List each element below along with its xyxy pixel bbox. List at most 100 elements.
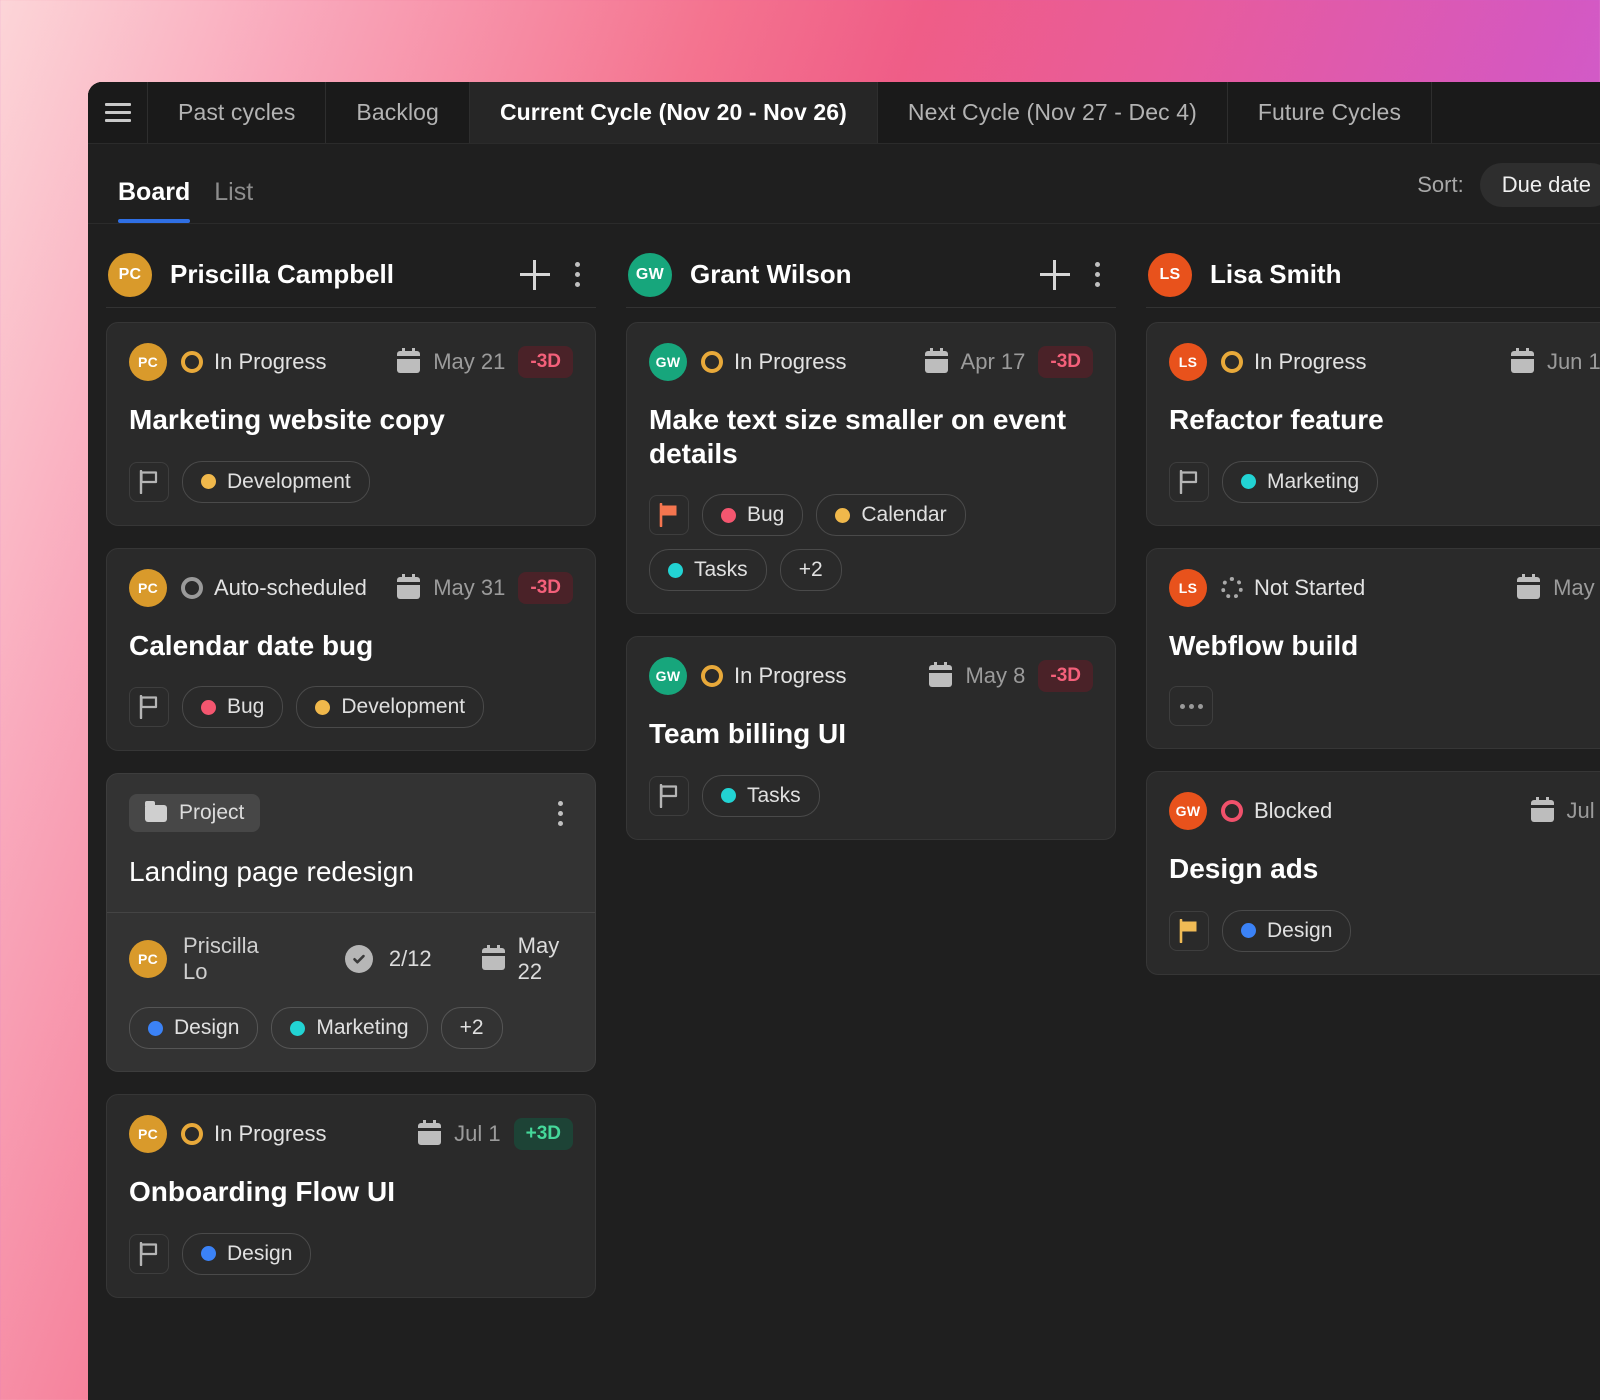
avatar: PC xyxy=(129,343,167,381)
kebab-menu-icon[interactable] xyxy=(564,260,590,290)
tab-board-view[interactable]: Board xyxy=(106,178,202,223)
card-meta: May 21 -3D xyxy=(397,346,573,378)
status-badge[interactable]: Blocked xyxy=(1221,798,1332,824)
kebab-menu-icon[interactable] xyxy=(547,798,573,828)
subtask-count: 2/12 xyxy=(389,946,432,972)
tag-label: Calendar xyxy=(861,503,946,527)
tag-chip[interactable]: Design xyxy=(182,1233,311,1275)
more-tags-chip[interactable]: +2 xyxy=(780,549,842,591)
tag-chip[interactable]: Development xyxy=(296,686,484,728)
status-badge[interactable]: In Progress xyxy=(1221,349,1367,375)
column-header: PC Priscilla Campbell xyxy=(106,242,596,308)
due-date: May 21 xyxy=(433,349,505,375)
tag-label: Marketing xyxy=(1267,470,1359,494)
task-card[interactable]: LS In Progress Jun 16 Refactor feature xyxy=(1146,322,1600,526)
plus-icon[interactable] xyxy=(1040,260,1070,290)
tab-backlog[interactable]: Backlog xyxy=(326,82,470,143)
card-meta: Jul 8 xyxy=(1531,798,1600,824)
hamburger-menu-button[interactable] xyxy=(88,82,148,143)
priority-flag-button[interactable] xyxy=(649,495,689,535)
card-header: PC In Progress May 21 -3D xyxy=(129,343,573,381)
tag-chip[interactable]: Marketing xyxy=(271,1007,427,1049)
card-tags: Design xyxy=(129,1233,573,1275)
tag-color-dot xyxy=(668,563,683,578)
more-tags-chip[interactable]: +2 xyxy=(441,1007,503,1049)
tag-chip[interactable]: Bug xyxy=(702,494,803,536)
card-tags: Marketing xyxy=(1169,461,1600,503)
project-card[interactable]: Project Landing page redesign PC Priscil… xyxy=(106,773,596,1072)
priority-flag-button[interactable] xyxy=(1169,911,1209,951)
tag-color-dot xyxy=(835,508,850,523)
calendar-icon xyxy=(1511,351,1534,373)
avatar: LS xyxy=(1148,253,1192,297)
priority-flag-button[interactable] xyxy=(129,462,169,502)
avatar: PC xyxy=(108,253,152,297)
card-header: GW In Progress Apr 17 -3D xyxy=(649,343,1093,381)
tag-label: Bug xyxy=(747,503,784,527)
add-tag-button[interactable] xyxy=(1169,686,1213,726)
priority-flag-button[interactable] xyxy=(649,776,689,816)
card-tags: Development xyxy=(129,461,573,503)
tag-chip[interactable]: Development xyxy=(182,461,370,503)
tag-chip[interactable]: Bug xyxy=(182,686,283,728)
avatar: LS xyxy=(1169,343,1207,381)
status-badge[interactable]: Not Started xyxy=(1221,575,1365,601)
task-card[interactable]: PC In Progress Jul 1 +3D Onboarding Flow… xyxy=(106,1094,596,1298)
tag-chip[interactable]: Design xyxy=(1222,910,1351,952)
tag-chip[interactable]: Marketing xyxy=(1222,461,1378,503)
status-label: In Progress xyxy=(214,349,327,375)
tab-next-cycle[interactable]: Next Cycle (Nov 27 - Dec 4) xyxy=(878,82,1228,143)
board-column-lisa-smith: LS Lisa Smith LS In Progress Jun 16 Refa xyxy=(1146,242,1600,997)
tab-future-cycles[interactable]: Future Cycles xyxy=(1228,82,1432,143)
status-badge[interactable]: In Progress xyxy=(701,349,847,375)
card-title: Refactor feature xyxy=(1169,403,1600,437)
status-badge[interactable]: Auto-scheduled xyxy=(181,575,367,601)
tag-chip[interactable]: Tasks xyxy=(702,775,820,817)
priority-flag-button[interactable] xyxy=(1169,462,1209,502)
task-card[interactable]: GW In Progress May 8 -3D Team billing UI xyxy=(626,636,1116,840)
status-in-progress-icon xyxy=(701,665,723,687)
task-card[interactable]: LS Not Started May 2 Webflow build xyxy=(1146,548,1600,750)
column-title: Lisa Smith xyxy=(1210,259,1341,290)
plus-icon[interactable] xyxy=(520,260,550,290)
tag-chip[interactable]: Design xyxy=(129,1007,258,1049)
card-tags: Tasks xyxy=(649,775,1093,817)
tag-label: Design xyxy=(227,1242,292,1266)
card-tags: Bug Calendar Tasks +2 xyxy=(649,494,1093,591)
card-tags: Design Marketing +2 xyxy=(129,1007,573,1049)
calendar-icon xyxy=(418,1123,441,1145)
tag-chip[interactable]: Calendar xyxy=(816,494,965,536)
flag-outline-icon xyxy=(138,1242,160,1266)
calendar-icon xyxy=(397,351,420,373)
tab-past-cycles[interactable]: Past cycles xyxy=(148,82,326,143)
calendar-icon xyxy=(1531,800,1554,822)
task-card[interactable]: GW Blocked Jul 8 Design ads xyxy=(1146,771,1600,975)
project-meta-row: PC Priscilla Lo 2/12 May 22 xyxy=(129,933,573,985)
tag-chip[interactable]: Tasks xyxy=(649,549,767,591)
task-card[interactable]: PC In Progress May 21 -3D Marketing webs… xyxy=(106,322,596,526)
card-tags: Bug Development xyxy=(129,686,573,728)
calendar-icon xyxy=(482,948,505,970)
due-delta-badge: -3D xyxy=(1038,346,1093,378)
status-badge[interactable]: In Progress xyxy=(181,349,327,375)
tab-list-view[interactable]: List xyxy=(202,178,265,223)
avatar: GW xyxy=(628,253,672,297)
priority-flag-button[interactable] xyxy=(129,687,169,727)
card-meta: May 2 xyxy=(1517,575,1600,601)
view-toolbar: Board List Sort: Due date xyxy=(88,144,1600,224)
status-badge[interactable]: In Progress xyxy=(701,663,847,689)
tag-label: Bug xyxy=(227,695,264,719)
card-meta: Jul 1 +3D xyxy=(418,1118,573,1150)
task-card[interactable]: PC Auto-scheduled May 31 -3D Calendar da… xyxy=(106,548,596,752)
tab-current-cycle[interactable]: Current Cycle (Nov 20 - Nov 26) xyxy=(470,82,878,143)
hamburger-icon xyxy=(105,103,131,122)
status-badge[interactable]: In Progress xyxy=(181,1121,327,1147)
task-card[interactable]: GW In Progress Apr 17 -3D Make text size… xyxy=(626,322,1116,614)
sort-value-dropdown[interactable]: Due date xyxy=(1480,163,1600,207)
kebab-menu-icon[interactable] xyxy=(1084,260,1110,290)
priority-flag-button[interactable] xyxy=(129,1234,169,1274)
tag-label: Tasks xyxy=(747,784,801,808)
status-blocked-icon xyxy=(1221,800,1243,822)
tag-color-dot xyxy=(1241,923,1256,938)
due-date: May 2 xyxy=(1553,575,1600,601)
